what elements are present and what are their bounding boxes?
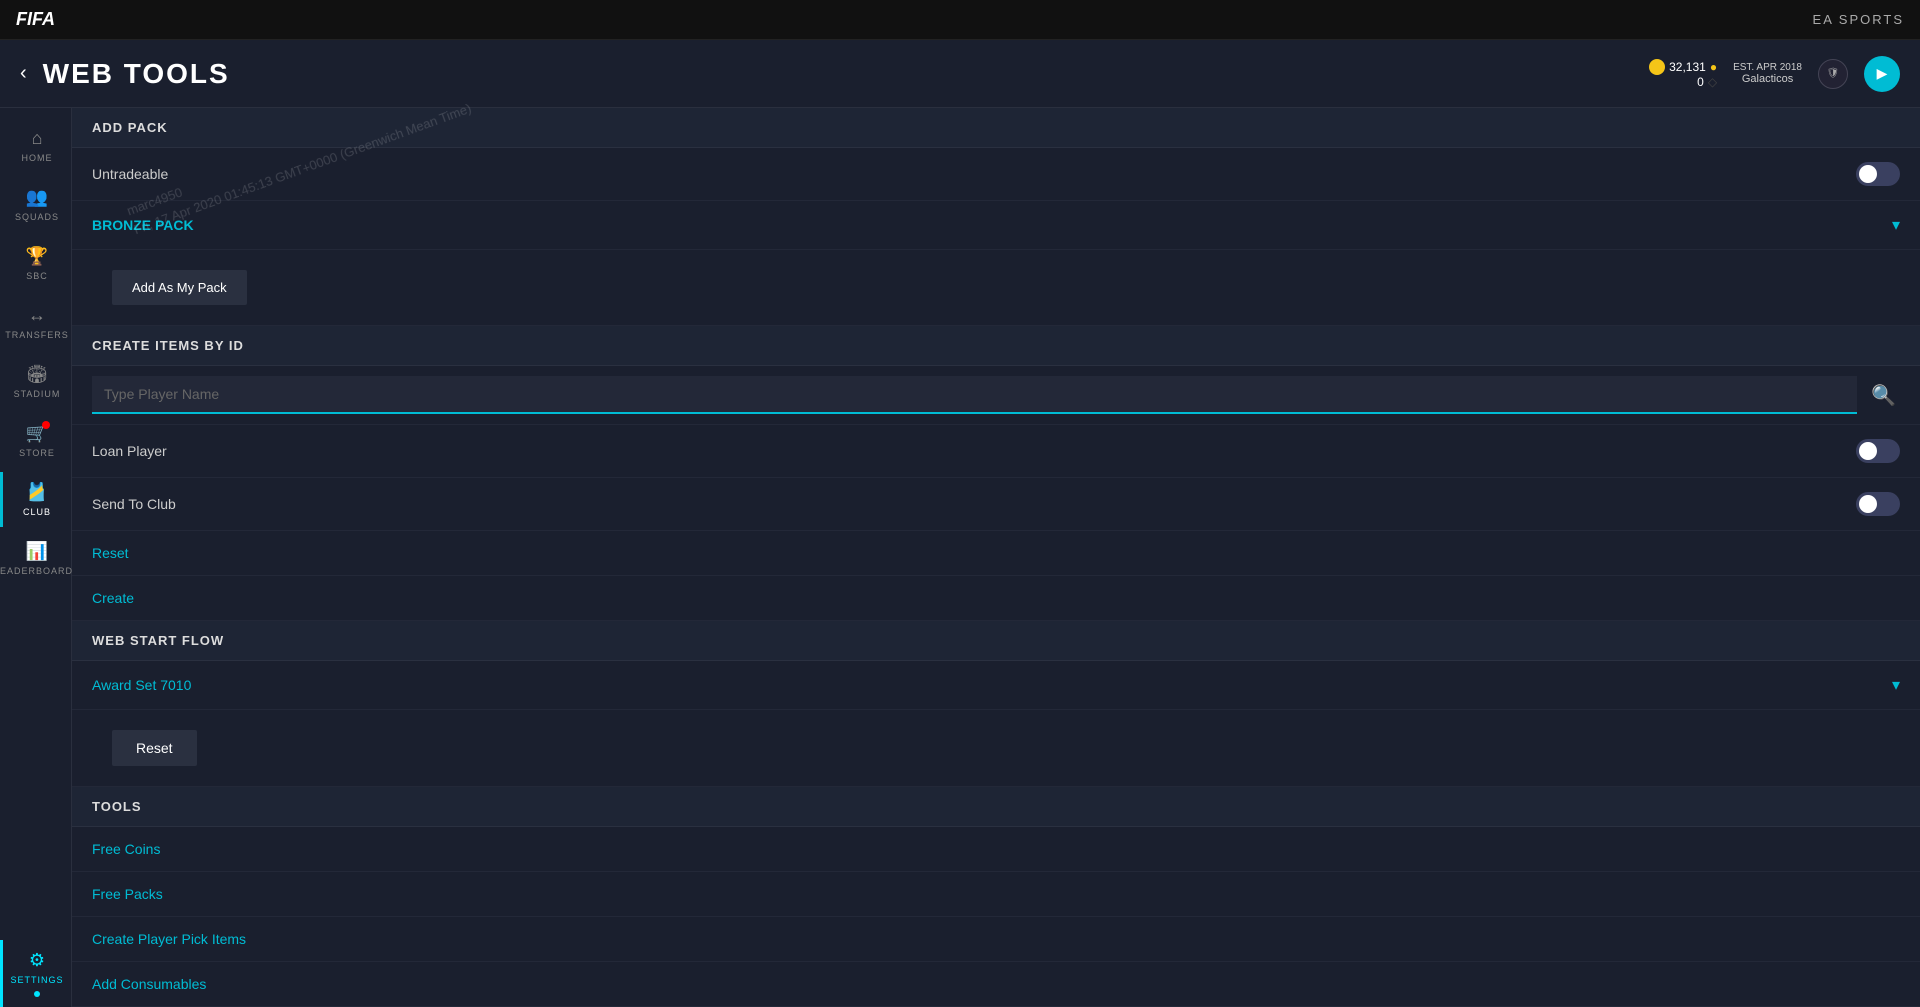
back-button[interactable]: ‹	[20, 62, 27, 85]
squads-icon: 👥	[26, 187, 48, 208]
coins-icon2: ●	[1710, 60, 1717, 74]
search-button[interactable]: 🔍	[1867, 379, 1900, 412]
add-as-my-pack-button[interactable]: Add As My Pack	[112, 270, 247, 305]
sidebar-item-squads[interactable]: 👥 SQUADS	[0, 177, 71, 232]
sidebar-item-sbc[interactable]: 🏆 SBC	[0, 236, 71, 291]
sidebar-label-sbc: SBC	[26, 271, 48, 281]
shield-icon: 🛡	[1818, 59, 1848, 89]
add-pack-header: ADD PACK	[72, 108, 1920, 148]
web-start-flow-header: WEB START FLOW	[72, 621, 1920, 661]
fifa-logo: FIFA	[16, 9, 55, 30]
home-icon: ⌂	[32, 128, 43, 149]
coins-value: 32,131	[1669, 60, 1706, 74]
tool-free-coins[interactable]: Free Coins	[72, 827, 1920, 872]
create-items-header: CREATE ITEMS BY ID	[72, 326, 1920, 366]
award-set-row[interactable]: Award Set 7010 ▾	[72, 661, 1920, 710]
sidebar-item-home[interactable]: ⌂ HOME	[0, 118, 71, 173]
send-to-club-row: Send To Club	[72, 478, 1920, 531]
coin-icon	[1649, 59, 1665, 75]
award-chevron-down-icon: ▾	[1892, 675, 1900, 695]
app-body: ⌂ HOME 👥 SQUADS 🏆 SBC ↔ TRANSFERS 🏟 STAD…	[0, 108, 1920, 1007]
top-bar-right: EA SPORTS	[1813, 12, 1904, 27]
loan-player-row: Loan Player	[72, 425, 1920, 478]
tools-header: TOOLS	[72, 787, 1920, 827]
add-as-my-pack-row: Add As My Pack	[72, 250, 1920, 326]
ea-sports-logo: EA SPORTS	[1813, 12, 1904, 27]
player-name-input-row: 🔍	[72, 366, 1920, 425]
untradeable-toggle[interactable]	[1856, 162, 1900, 186]
sidebar-item-leaderboards[interactable]: 📊 LEADERBOARDS	[0, 531, 71, 586]
sidebar-label-club: CLUB	[23, 507, 51, 517]
club-icon: 🎽	[26, 482, 48, 503]
settings-active-dot	[34, 991, 40, 997]
bronze-pack-row[interactable]: BRONZE PACK ▾	[72, 201, 1920, 250]
top-bar: FIFA EA SPORTS	[0, 0, 1920, 40]
tool-free-packs[interactable]: Free Packs	[72, 872, 1920, 917]
coins-secondary-row: 0 ◇	[1697, 75, 1717, 89]
stadium-icon: 🏟	[26, 364, 49, 385]
sidebar-item-stadium[interactable]: 🏟 STADIUM	[0, 354, 71, 409]
send-to-club-toggle[interactable]	[1856, 492, 1900, 516]
sidebar-label-store: STORE	[19, 448, 55, 458]
club-name: Galacticos	[1742, 73, 1793, 85]
web-start-flow-reset-button[interactable]: Reset	[112, 730, 197, 766]
user-avatar: EST. APR 2018 Galacticos	[1733, 62, 1802, 85]
sidebar-label-home: HOME	[22, 153, 53, 163]
coins-area: 32,131 ● 0 ◇	[1649, 59, 1717, 89]
settings-icon: ⚙	[29, 950, 45, 971]
coins-secondary: 0	[1697, 75, 1704, 89]
loan-player-label: Loan Player	[92, 443, 167, 459]
sidebar-item-transfers[interactable]: ↔ TRANSFERS	[0, 295, 71, 350]
coins-row: 32,131 ●	[1649, 59, 1717, 75]
player-name-input[interactable]	[92, 376, 1857, 414]
page-title: WEB TOOLS	[43, 58, 230, 90]
sidebar-item-settings[interactable]: ⚙ SETTINGS	[0, 940, 71, 1007]
sidebar-label-squads: SQUADS	[15, 212, 59, 222]
create-link[interactable]: Create	[72, 576, 1920, 621]
send-to-club-label: Send To Club	[92, 496, 176, 512]
tool-create-player-pick[interactable]: Create Player Pick Items	[72, 917, 1920, 962]
untradeable-label: Untradeable	[92, 166, 168, 182]
sidebar: ⌂ HOME 👥 SQUADS 🏆 SBC ↔ TRANSFERS 🏟 STAD…	[0, 108, 72, 1007]
loan-player-toggle[interactable]	[1856, 439, 1900, 463]
sidebar-label-settings: SETTINGS	[10, 975, 63, 985]
transfers-icon: ↔	[28, 305, 46, 326]
sidebar-item-club[interactable]: 🎽 CLUB	[0, 472, 71, 527]
chevron-down-icon: ▾	[1892, 215, 1900, 235]
top-bar-left: FIFA	[16, 9, 55, 30]
main-content: ADD PACK Untradeable BRONZE PACK ▾ Add A…	[72, 108, 1920, 1007]
sidebar-label-stadium: STADIUM	[14, 389, 61, 399]
store-icon: 🛒	[26, 423, 48, 444]
user-circle[interactable]: ▶	[1864, 56, 1900, 92]
leaderboards-icon: 📊	[26, 541, 48, 562]
sbc-icon: 🏆	[26, 246, 48, 267]
sidebar-label-leaderboards: LEADERBOARDS	[0, 566, 80, 576]
est-label: EST. APR 2018	[1733, 62, 1802, 73]
header: ‹ WEB TOOLS 32,131 ● 0 ◇ EST. APR 2018 G…	[0, 40, 1920, 108]
web-start-flow-reset-row: Reset	[72, 710, 1920, 787]
header-right: 32,131 ● 0 ◇ EST. APR 2018 Galacticos 🛡 …	[1649, 56, 1900, 92]
untradeable-row: Untradeable	[72, 148, 1920, 201]
sidebar-item-store[interactable]: 🛒 STORE	[0, 413, 71, 468]
sidebar-label-transfers: TRANSFERS	[5, 330, 69, 340]
bronze-pack-label: BRONZE PACK	[92, 217, 194, 233]
reset-create-link[interactable]: Reset	[72, 531, 1920, 576]
award-set-label: Award Set 7010	[92, 677, 191, 693]
tool-add-consumables[interactable]: Add Consumables	[72, 962, 1920, 1007]
